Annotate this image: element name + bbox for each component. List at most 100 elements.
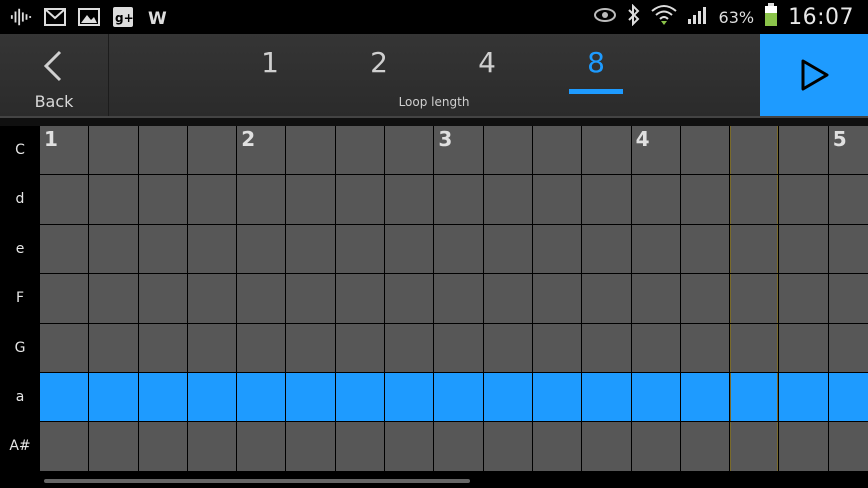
step-cell[interactable] [434, 274, 483, 323]
step-cell[interactable] [237, 422, 286, 471]
step-cell[interactable] [828, 224, 868, 274]
step-cell[interactable] [582, 274, 631, 323]
step-cell[interactable]: 3 [434, 126, 483, 175]
step-cell[interactable]: 2 [237, 126, 286, 175]
step-cell[interactable] [40, 175, 89, 224]
play-button[interactable] [760, 34, 868, 116]
step-cell[interactable] [779, 372, 828, 422]
step-cell[interactable] [828, 422, 868, 471]
step-cell[interactable] [730, 224, 779, 274]
step-cell[interactable] [40, 274, 89, 323]
step-cell[interactable] [631, 175, 680, 224]
step-cell[interactable] [187, 224, 237, 274]
step-cell[interactable] [631, 224, 680, 274]
step-cell[interactable] [335, 224, 385, 274]
step-cell[interactable] [237, 274, 286, 323]
step-cell[interactable] [631, 422, 680, 471]
back-button[interactable]: Back [0, 34, 109, 116]
step-cell[interactable] [532, 372, 582, 422]
step-cell[interactable] [237, 224, 286, 274]
step-cell[interactable] [680, 323, 730, 372]
step-cell[interactable] [631, 274, 680, 323]
step-cell[interactable] [779, 175, 828, 224]
step-cell[interactable] [138, 224, 187, 274]
step-cell[interactable] [680, 274, 730, 323]
step-cell[interactable] [138, 323, 187, 372]
step-cell[interactable] [582, 224, 631, 274]
step-cell[interactable] [335, 274, 385, 323]
step-cell[interactable] [582, 126, 631, 175]
step-cell[interactable] [385, 323, 434, 372]
step-cell[interactable] [89, 175, 138, 224]
step-cell[interactable]: 1 [40, 126, 89, 175]
step-cell[interactable] [680, 422, 730, 471]
step-cell[interactable] [730, 126, 779, 175]
step-cell[interactable] [335, 126, 385, 175]
step-cell[interactable] [89, 372, 138, 422]
loop-option-2[interactable]: 2 [349, 46, 409, 79]
step-cell[interactable] [89, 224, 138, 274]
step-cell[interactable] [286, 224, 335, 274]
step-cell[interactable] [483, 323, 532, 372]
step-cell[interactable] [89, 274, 138, 323]
step-cell[interactable] [680, 224, 730, 274]
step-cell[interactable] [532, 126, 582, 175]
step-cell[interactable] [730, 323, 779, 372]
step-cell[interactable] [828, 175, 868, 224]
step-cell[interactable] [138, 372, 187, 422]
step-cell[interactable] [40, 422, 89, 471]
step-cell[interactable] [828, 274, 868, 323]
step-cell[interactable] [779, 126, 828, 175]
step-cell[interactable] [680, 372, 730, 422]
step-cell[interactable] [385, 422, 434, 471]
step-cell[interactable] [828, 323, 868, 372]
step-cell[interactable] [483, 126, 532, 175]
step-cell[interactable] [187, 422, 237, 471]
step-cell[interactable] [385, 372, 434, 422]
step-cell[interactable] [286, 422, 335, 471]
step-cell[interactable] [483, 175, 532, 224]
horizontal-scrollbar[interactable] [44, 479, 470, 483]
step-cell[interactable] [286, 323, 335, 372]
step-cell[interactable] [483, 224, 532, 274]
step-cell[interactable] [335, 372, 385, 422]
step-cell[interactable] [680, 126, 730, 175]
loop-option-1[interactable]: 1 [240, 46, 300, 79]
step-cell[interactable] [187, 126, 237, 175]
step-cell[interactable] [286, 126, 335, 175]
step-cell[interactable] [779, 224, 828, 274]
step-cell[interactable] [89, 323, 138, 372]
step-cell[interactable] [779, 274, 828, 323]
step-cell[interactable] [532, 224, 582, 274]
step-cell[interactable] [286, 175, 335, 224]
step-cell[interactable] [385, 224, 434, 274]
step-cell[interactable] [138, 422, 187, 471]
step-cell[interactable] [335, 323, 385, 372]
step-cell[interactable] [335, 175, 385, 224]
step-cell[interactable] [187, 274, 237, 323]
step-cell[interactable] [286, 274, 335, 323]
step-cell[interactable] [237, 372, 286, 422]
step-cell[interactable] [237, 175, 286, 224]
step-cell[interactable] [434, 372, 483, 422]
step-cell[interactable] [434, 422, 483, 471]
step-cell[interactable] [138, 126, 187, 175]
step-cell[interactable] [483, 274, 532, 323]
step-cell[interactable] [89, 422, 138, 471]
step-cell[interactable] [483, 422, 532, 471]
step-cell[interactable] [730, 274, 779, 323]
step-cell[interactable] [582, 323, 631, 372]
step-cell[interactable] [385, 126, 434, 175]
step-cell[interactable] [434, 175, 483, 224]
step-cell[interactable] [631, 323, 680, 372]
step-cell[interactable]: 4 [631, 126, 680, 175]
step-cell[interactable] [631, 372, 680, 422]
step-cell[interactable] [779, 422, 828, 471]
step-cell[interactable] [582, 175, 631, 224]
step-cell[interactable] [187, 372, 237, 422]
step-cell[interactable] [828, 372, 868, 422]
step-cell[interactable] [187, 323, 237, 372]
step-cell[interactable] [385, 175, 434, 224]
step-cell[interactable] [532, 323, 582, 372]
loop-option-4[interactable]: 4 [457, 46, 517, 79]
